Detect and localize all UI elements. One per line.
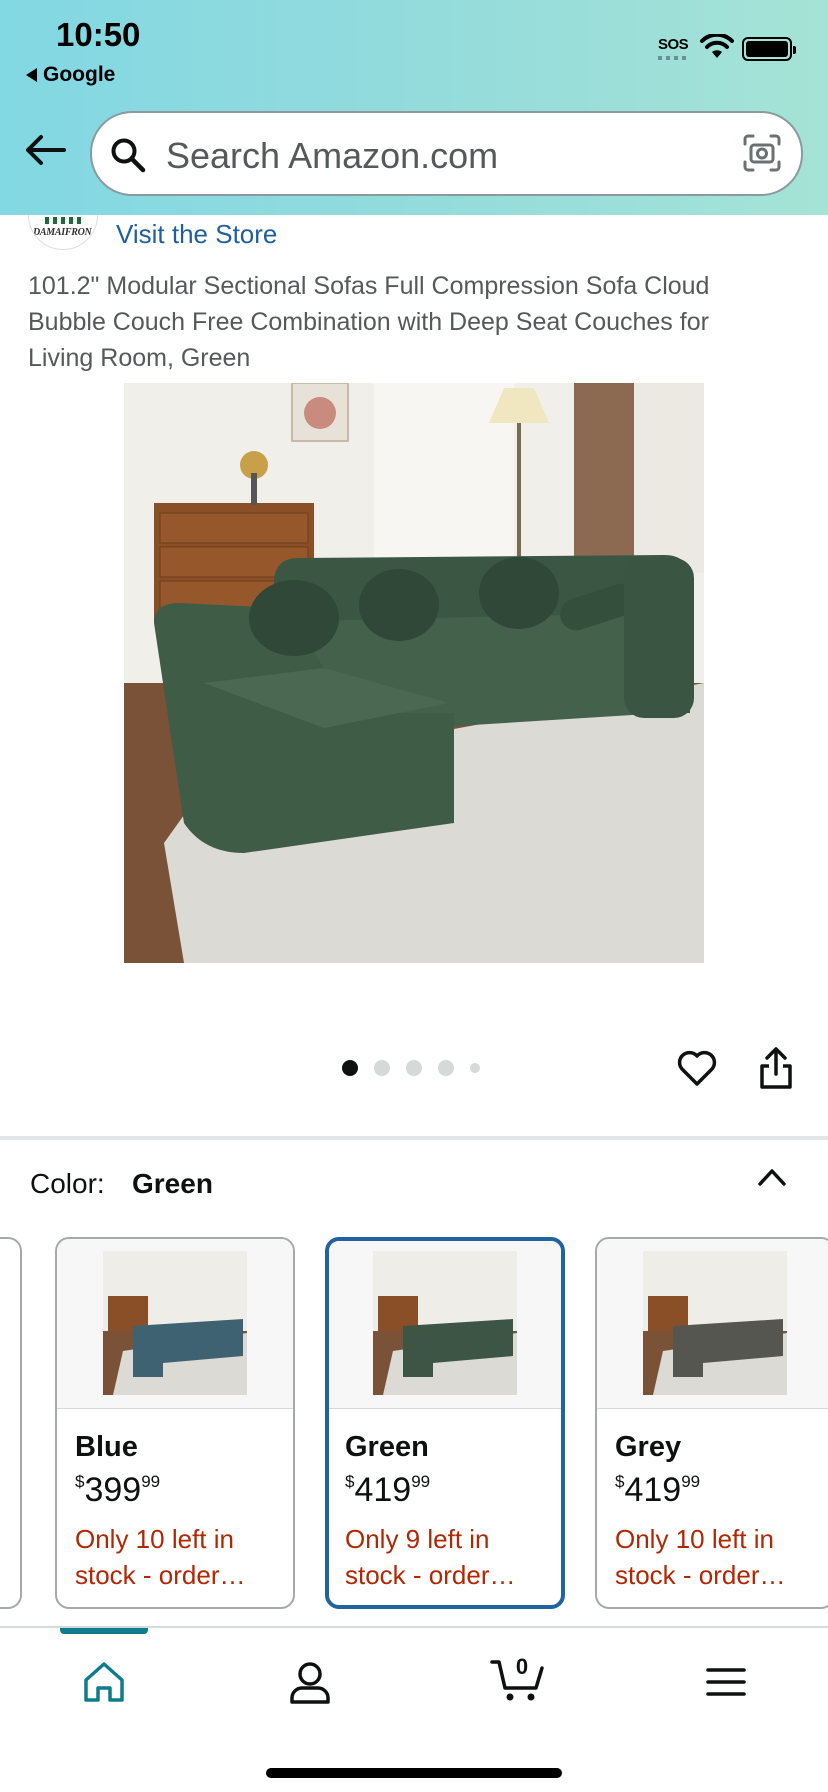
carousel-dot-3[interactable]: [406, 1060, 422, 1076]
carousel-dot-2[interactable]: [374, 1060, 390, 1076]
color-option-grey[interactable]: Grey $41999 Only 10 left in stock - orde…: [595, 1237, 828, 1609]
back-triangle-icon: [26, 68, 37, 82]
chevron-up-icon[interactable]: [756, 1166, 788, 1188]
bottom-navigation: 0: [0, 1626, 828, 1792]
color-option-name: Blue: [75, 1431, 138, 1463]
carousel-dot-4[interactable]: [438, 1060, 454, 1076]
stock-status: Only 9 left in stock - order…: [345, 1524, 516, 1590]
store-logo-text: DAMAIFRON: [33, 227, 92, 238]
back-to-app-link[interactable]: Google: [26, 63, 115, 87]
camera-scan-icon[interactable]: [742, 133, 782, 173]
color-option-blue[interactable]: Blue $39999 Only 10 left in stock - orde…: [55, 1237, 295, 1609]
back-app-label: Google: [43, 63, 116, 86]
color-label: Color:: [30, 1168, 105, 1199]
color-option-price: $41999: [345, 1471, 431, 1509]
sofa-illustration: [124, 383, 704, 963]
share-icon[interactable]: [756, 1046, 796, 1090]
home-indicator: [266, 1768, 562, 1778]
color-option-name: Green: [345, 1431, 429, 1463]
account-icon[interactable]: [286, 1658, 334, 1706]
thumb-image: [373, 1251, 517, 1395]
menu-icon[interactable]: [702, 1658, 750, 1706]
color-option-name: Grey: [615, 1431, 682, 1463]
stock-status: Only 10 left in stock - order…: [615, 1524, 786, 1590]
stock-status: Only 10 left in stock - order…: [75, 1524, 246, 1590]
image-carousel-indicator[interactable]: [342, 1060, 480, 1076]
cart-count: 0: [516, 1654, 528, 1679]
battery-icon: [742, 37, 796, 61]
back-arrow-icon[interactable]: [24, 134, 66, 166]
wishlist-heart-icon[interactable]: [676, 1048, 718, 1088]
search-bar[interactable]: Search Amazon.com: [90, 111, 803, 196]
signal-dots-icon: [658, 56, 690, 60]
color-option-green[interactable]: Green $41999 Only 9 left in stock - orde…: [325, 1237, 565, 1609]
search-input[interactable]: Search Amazon.com: [166, 135, 498, 177]
selected-color-value: Green: [132, 1168, 213, 1199]
carousel-dot-1[interactable]: [342, 1060, 358, 1076]
color-option-price: $39999: [75, 1471, 161, 1509]
color-option-previous[interactable]: [0, 1237, 22, 1609]
product-image[interactable]: [124, 383, 704, 963]
home-icon[interactable]: [80, 1658, 128, 1706]
thumb-image: [103, 1251, 247, 1395]
product-title: 101.2" Modular Sectional Sofas Full Comp…: [28, 272, 710, 372]
search-icon: [111, 138, 146, 173]
thumb-image: [643, 1251, 787, 1395]
sos-indicator: SOS: [658, 36, 689, 53]
cart-icon[interactable]: 0: [490, 1652, 546, 1704]
visit-store-link[interactable]: Visit the Store: [116, 219, 277, 250]
color-option-price: $41999: [615, 1471, 701, 1509]
wifi-icon: [700, 34, 734, 58]
app-header: 10:50 Google SOS Search Amazon.com: [0, 0, 828, 215]
section-divider: [0, 1136, 828, 1140]
status-time: 10:50: [56, 16, 141, 53]
active-tab-indicator: [60, 1628, 148, 1634]
carousel-dot-5[interactable]: [470, 1063, 480, 1073]
